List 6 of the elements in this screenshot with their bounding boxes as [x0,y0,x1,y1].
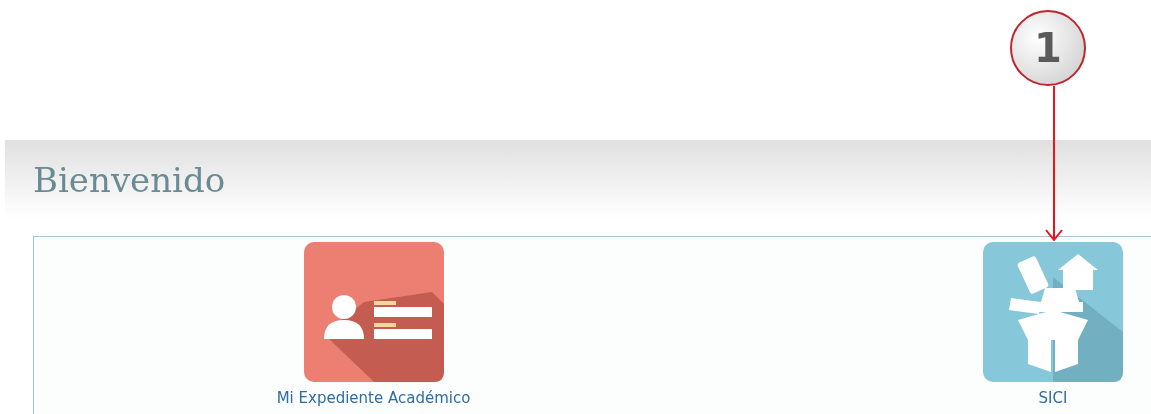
app-link[interactable]: Mi Expediente Académico [276,242,471,407]
step-number-badge: 1 [1010,10,1086,86]
app-link[interactable]: SICI [983,242,1123,407]
box-icon [983,242,1123,382]
page-title: Bienvenido [33,160,226,200]
id-card-icon [303,242,444,382]
